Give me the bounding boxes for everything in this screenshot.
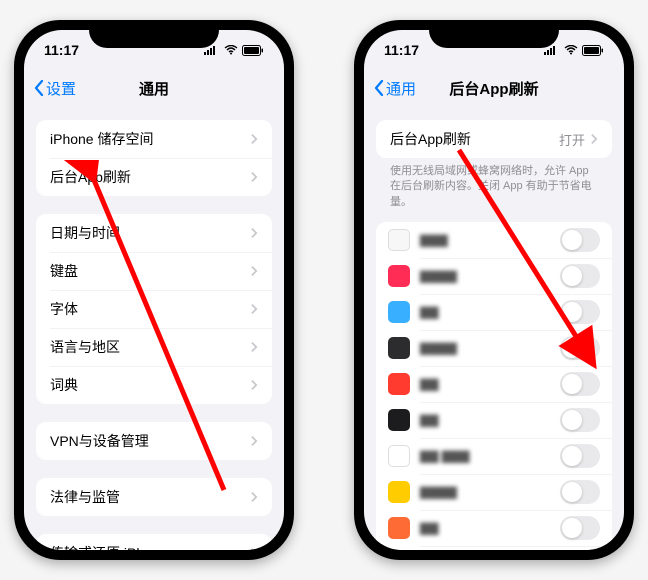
app-toggle[interactable] <box>560 336 600 360</box>
settings-row[interactable]: 词典 <box>36 366 272 404</box>
app-row: ▇▇ <box>376 366 612 402</box>
settings-row[interactable]: 语言与地区 <box>36 328 272 366</box>
chevron-right-icon <box>251 171 258 183</box>
app-icon <box>388 301 410 323</box>
back-button[interactable]: 设置 <box>34 78 76 99</box>
app-icon <box>388 337 410 359</box>
chevron-right-icon <box>591 133 598 145</box>
chevron-left-icon <box>374 80 384 96</box>
nav-bar: 通用 后台App刷新 <box>364 70 624 106</box>
chevron-left-icon <box>34 80 44 96</box>
chevron-right-icon <box>251 341 258 353</box>
content-area: iPhone 储存空间后台App刷新日期与时间键盘字体语言与地区词典 VPN与设备… <box>24 106 284 550</box>
app-name: ▇▇ ▇▇▇ <box>420 449 560 463</box>
nav-title: 后台App刷新 <box>449 78 538 99</box>
chevron-right-icon <box>251 435 258 447</box>
status-indicators <box>204 45 264 56</box>
app-toggle[interactable] <box>560 516 600 540</box>
row-label: 键盘 <box>50 261 251 281</box>
chevron-right-icon <box>251 379 258 391</box>
footer-text: 使用无线局域网或蜂窝网络时，允许 App 在后台刷新内容。关闭 App 有助于节… <box>376 158 612 210</box>
settings-row[interactable]: 日期与时间 <box>36 214 272 252</box>
chevron-right-icon <box>251 303 258 315</box>
app-row: ▇▇▇ <box>376 222 612 258</box>
app-row: ▇▇▇▇ <box>376 258 612 294</box>
phone-right: 11:17 通用 后台App刷新 后台App刷新 打开 使用无线局 <box>354 20 634 560</box>
row-label: 传输或还原 iPhone <box>50 543 251 550</box>
row-label: iPhone 储存空间 <box>50 129 251 149</box>
chevron-right-icon <box>251 491 258 503</box>
app-list: ▇▇▇▇▇▇▇▇▇▇▇▇▇▇▇▇▇▇▇ ▇▇▇▇▇▇▇▇▇▇▇▇▇▇▇▇▇▇▇▇… <box>376 222 612 550</box>
row-value: 打开 <box>559 130 585 149</box>
app-row: ▇▇ ▇▇▇ <box>376 438 612 474</box>
app-icon <box>388 445 410 467</box>
settings-row[interactable]: 字体 <box>36 290 272 328</box>
app-icon <box>388 409 410 431</box>
app-name: ▇▇▇ <box>420 233 560 247</box>
nav-bar: 设置 通用 <box>24 70 284 106</box>
settings-row[interactable]: 法律与监管 <box>36 478 272 516</box>
app-toggle[interactable] <box>560 264 600 288</box>
chevron-right-icon <box>251 227 258 239</box>
app-icon <box>388 517 410 539</box>
nav-title: 通用 <box>139 78 169 99</box>
app-row: ▇▇▇▇ <box>376 546 612 550</box>
app-icon <box>388 373 410 395</box>
status-indicators <box>544 45 604 56</box>
row-label: 词典 <box>50 375 251 395</box>
settings-row[interactable]: 键盘 <box>36 252 272 290</box>
app-name: ▇▇ <box>420 521 560 535</box>
phone-left: 11:17 设置 通用 iPhone 储存空间后台App刷新日期与时间键盘字体语… <box>14 20 294 560</box>
chevron-right-icon <box>251 265 258 277</box>
app-toggle[interactable] <box>560 408 600 432</box>
back-label: 设置 <box>46 78 76 99</box>
settings-row[interactable]: 传输或还原 iPhone <box>36 534 272 550</box>
app-toggle[interactable] <box>560 300 600 324</box>
row-label: 语言与地区 <box>50 337 251 357</box>
chevron-right-icon <box>251 133 258 145</box>
app-row: ▇▇ <box>376 294 612 330</box>
app-toggle[interactable] <box>560 228 600 252</box>
row-label: 法律与监管 <box>50 487 251 507</box>
back-button[interactable]: 通用 <box>374 78 416 99</box>
app-name: ▇▇▇▇ <box>420 269 560 283</box>
background-refresh-row[interactable]: 后台App刷新 打开 <box>376 120 612 158</box>
back-label: 通用 <box>386 78 416 99</box>
settings-row[interactable]: iPhone 储存空间 <box>36 120 272 158</box>
app-icon <box>388 265 410 287</box>
status-bar: 11:17 <box>24 30 284 70</box>
screen-left: 11:17 设置 通用 iPhone 储存空间后台App刷新日期与时间键盘字体语… <box>24 30 284 550</box>
row-label: 后台App刷新 <box>390 129 559 149</box>
app-name: ▇▇▇▇ <box>420 341 560 355</box>
row-label: 日期与时间 <box>50 223 251 243</box>
status-bar: 11:17 <box>364 30 624 70</box>
app-row: ▇▇ <box>376 402 612 438</box>
status-time: 11:17 <box>44 42 79 58</box>
app-toggle[interactable] <box>560 444 600 468</box>
app-name: ▇▇ <box>420 305 560 319</box>
settings-row[interactable]: 后台App刷新 <box>36 158 272 196</box>
app-toggle[interactable] <box>560 480 600 504</box>
app-row: ▇▇ <box>376 510 612 546</box>
chevron-right-icon <box>251 547 258 550</box>
app-name: ▇▇▇▇ <box>420 485 560 499</box>
row-label: 后台App刷新 <box>50 167 251 187</box>
app-name: ▇▇ <box>420 377 560 391</box>
app-name: ▇▇ <box>420 413 560 427</box>
app-row: ▇▇▇▇ <box>376 474 612 510</box>
settings-row[interactable]: VPN与设备管理 <box>36 422 272 460</box>
app-icon <box>388 481 410 503</box>
app-icon <box>388 229 410 251</box>
app-row: ▇▇▇▇ <box>376 330 612 366</box>
content-area: 后台App刷新 打开 使用无线局域网或蜂窝网络时，允许 App 在后台刷新内容。… <box>364 106 624 550</box>
screen-right: 11:17 通用 后台App刷新 后台App刷新 打开 使用无线局 <box>364 30 624 550</box>
app-toggle[interactable] <box>560 372 600 396</box>
status-time: 11:17 <box>384 42 419 58</box>
row-label: 字体 <box>50 299 251 319</box>
row-label: VPN与设备管理 <box>50 431 251 451</box>
